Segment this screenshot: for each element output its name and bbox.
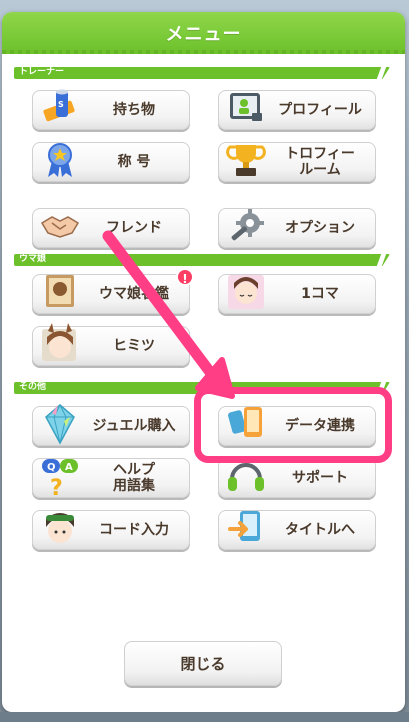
uma-guide-label: ウマ娘名鑑 [99,286,169,302]
book-icon [46,275,74,307]
options-button[interactable]: オプション [218,208,376,248]
highlight-frame [194,387,392,463]
one-koma-button[interactable]: 1コマ [218,274,376,314]
secrets-button[interactable]: ヒミツ [32,323,190,366]
code-input-label: コード入力 [99,522,169,538]
code-input-button[interactable]: コード入力 [32,510,190,550]
title-label: 称 号 [117,154,151,170]
items-button[interactable]: S 持ち物 [32,89,190,130]
trophy-room-label: トロフィー ルーム [285,146,355,178]
to-title-label: タイトルへ [285,522,355,538]
svg-text:?: ? [50,476,63,497]
section-trainer: トレーナー [14,67,390,79]
items-label: 持ち物 [113,102,155,118]
menu-panel: メニュー トレーナー S 持ち物 プロフィール 称 号 トロフィー ルーム フレ… [2,12,405,712]
help-glossary-button[interactable]: Q A ? ヘルプ 用語集 [32,458,190,498]
friends-label: フレンド [106,220,162,236]
character-secret-icon [42,323,76,361]
to-title-button[interactable]: タイトルへ [218,510,376,550]
items-icon: S [43,89,75,122]
options-label: オプション [285,220,355,236]
trophy-room-button[interactable]: トロフィー ルーム [218,142,376,182]
return-arrow-icon [228,511,260,541]
handshake-icon [40,216,80,238]
support-button[interactable]: サポート [218,458,376,498]
section-umamusume-label: ウマ娘 [19,254,47,264]
svg-text:S: S [58,100,64,109]
gear-wrench-icon [231,209,264,241]
menu-title: メニュー [165,24,242,45]
section-umamusume: ウマ娘 [14,254,390,266]
notification-badge: ! [176,268,194,286]
friends-button[interactable]: フレンド [32,208,190,248]
profile-label: プロフィール [278,102,362,118]
bottom-strip [0,712,409,722]
menu-header: メニュー [2,12,405,54]
medal-icon [48,143,72,177]
support-label: サポート [292,470,348,486]
jewel-icon [45,403,75,445]
character-portrait-icon [228,275,264,309]
profile-button[interactable]: プロフィール [218,90,376,130]
help-qa-icon: Q A ? [42,459,78,497]
character-code-icon [46,513,74,543]
svg-text:Q: Q [47,462,56,473]
profile-card-icon [230,93,262,121]
jewel-purchase-label: ジュエル購入 [92,418,176,434]
jewel-purchase-button[interactable]: ジュエル購入 [32,403,190,446]
help-glossary-label: ヘルプ 用語集 [113,462,155,494]
close-button[interactable]: 閉じる [124,641,282,686]
svg-text:A: A [65,462,73,473]
secrets-label: ヒミツ [113,338,155,354]
uma-guide-button[interactable]: ウマ娘名鑑 [32,274,190,314]
trophy-icon [226,145,266,176]
title-button[interactable]: 称 号 [32,142,190,182]
section-trainer-label: トレーナー [19,67,65,77]
section-other-label: その他 [19,382,47,392]
one-koma-label: 1コマ [301,286,339,302]
